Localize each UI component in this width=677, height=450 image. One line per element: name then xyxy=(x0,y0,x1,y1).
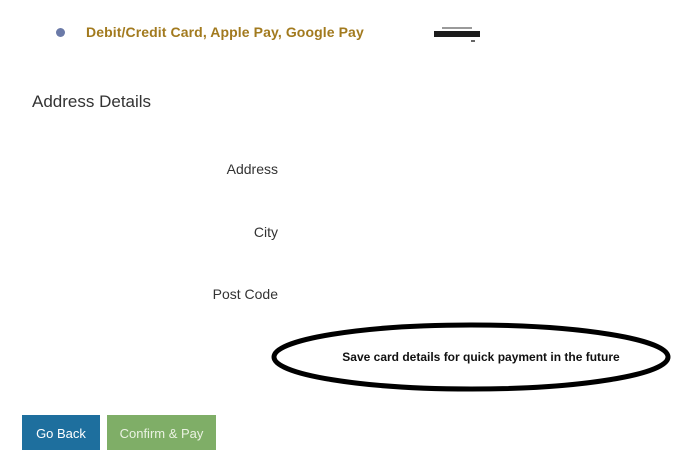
confirm-pay-button[interactable]: Confirm & Pay xyxy=(107,415,216,450)
logo-tick xyxy=(471,40,475,42)
go-back-button[interactable]: Go Back xyxy=(22,415,100,450)
radio-selected-icon[interactable] xyxy=(56,27,65,37)
payment-option-label: Debit/Credit Card, Apple Pay, Google Pay xyxy=(86,24,364,40)
checkout-page: Debit/Credit Card, Apple Pay, Google Pay… xyxy=(0,0,677,450)
payment-option-card[interactable]: Debit/Credit Card, Apple Pay, Google Pay xyxy=(56,24,364,40)
card-logos-icon xyxy=(434,27,480,47)
postcode-input[interactable] xyxy=(290,280,650,308)
city-field-label: City xyxy=(253,224,278,240)
logo-caption-line xyxy=(442,27,472,29)
save-card-label: Save card details for quick payment in t… xyxy=(342,350,620,364)
address-input[interactable] xyxy=(290,155,650,183)
address-field-label: Address xyxy=(226,161,278,177)
logo-bar xyxy=(434,31,480,37)
city-input[interactable] xyxy=(290,218,650,246)
address-details-heading: Address Details xyxy=(32,92,152,111)
postcode-field-label: Post Code xyxy=(212,286,278,302)
save-card-option[interactable]: Save card details for quick payment in t… xyxy=(270,320,672,394)
